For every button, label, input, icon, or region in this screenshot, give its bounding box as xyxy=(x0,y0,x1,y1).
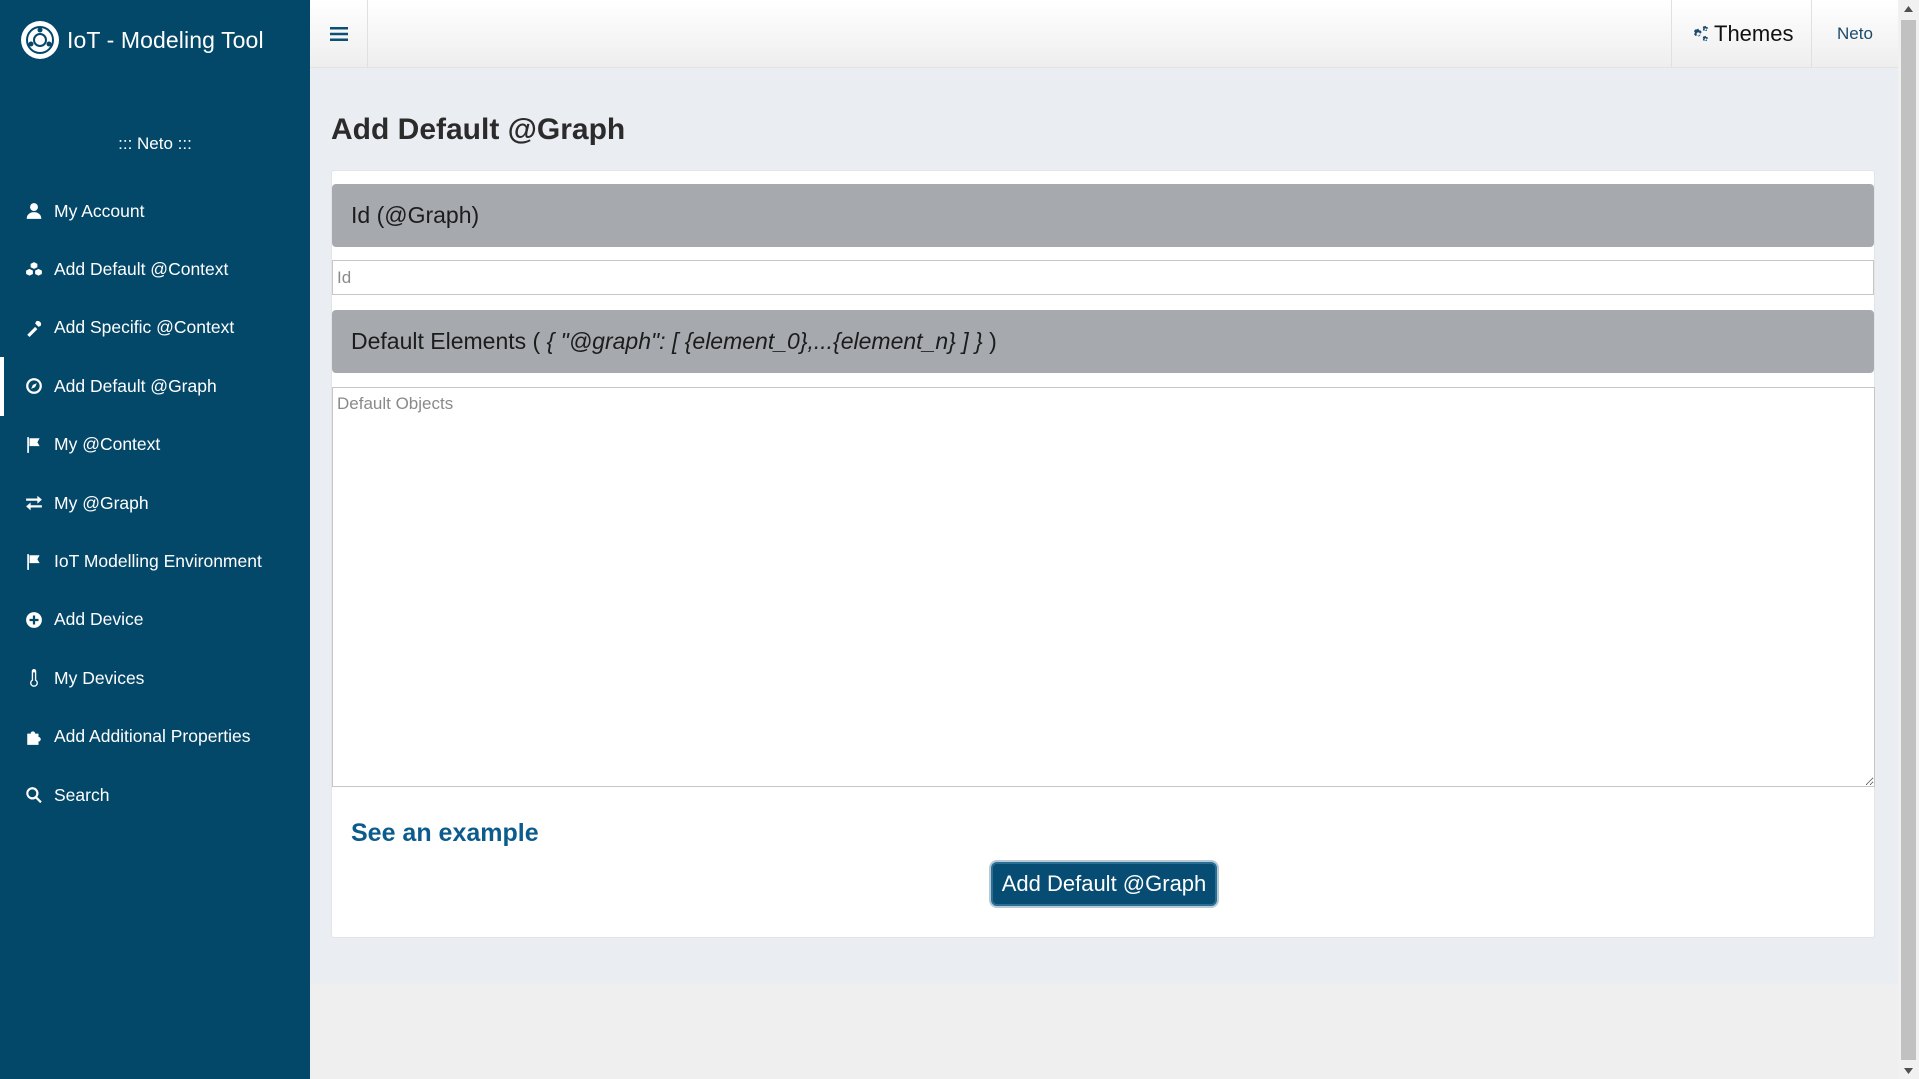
sidebar-item-add-specific-context[interactable]: Add Specific @Context xyxy=(0,299,310,357)
sidebar-item-add-default-context[interactable]: Add Default @Context xyxy=(0,240,310,298)
sidebar-item-label: Add Additional Properties xyxy=(54,726,251,747)
see-example-link[interactable]: See an example xyxy=(351,819,539,848)
sidebar-item-label: My @Graph xyxy=(54,492,149,513)
sidebar-item-label: Search xyxy=(54,784,110,805)
elements-header-suffix: ) xyxy=(982,328,997,354)
sidebar-item-my-context[interactable]: My @Context xyxy=(0,416,310,474)
themes-label: Themes xyxy=(1714,21,1794,46)
add-default-graph-button[interactable]: Add Default @Graph xyxy=(991,862,1217,906)
sidebar-item-my-devices[interactable]: My Devices xyxy=(0,649,310,707)
sidebar-item-label: Add Default @Graph xyxy=(54,375,217,396)
compass-icon xyxy=(22,374,46,398)
flag-icon xyxy=(22,433,46,457)
brand[interactable]: IoT - Modeling Tool xyxy=(0,0,310,80)
id-section-header: Id (@Graph) xyxy=(332,184,1874,247)
sidebar-item-add-device[interactable]: Add Device xyxy=(0,591,310,649)
tools-icon xyxy=(22,316,46,340)
cubes-icon xyxy=(22,258,46,282)
default-objects-textarea[interactable] xyxy=(332,387,1875,787)
scroll-up-button[interactable] xyxy=(1898,0,1919,17)
flag-icon xyxy=(22,550,46,574)
footer xyxy=(310,984,1898,1079)
sidebar-item-add-additional-properties[interactable]: Add Additional Properties xyxy=(0,708,310,766)
elements-header-prefix: Default Elements ( xyxy=(351,328,547,354)
page-scrollbar[interactable] xyxy=(1898,0,1919,1079)
sidebar-item-label: My @Context xyxy=(54,434,161,455)
main-content: Add Default @Graph Id (@Graph) Default E… xyxy=(310,68,1898,984)
sidebar-item-add-default-graph[interactable]: Add Default @Graph xyxy=(0,357,310,416)
user-menu[interactable]: Neto xyxy=(1817,0,1893,68)
sidebar-item-label: Add Specific @Context xyxy=(54,317,235,338)
sidebar-nav: My Account Add Default @Context Add Spec… xyxy=(0,182,310,824)
sidebar-item-label: My Account xyxy=(54,200,145,221)
sidebar-item-my-graph[interactable]: My @Graph xyxy=(0,474,310,532)
sidebar-user-label: ::: Neto ::: xyxy=(118,134,192,153)
hamburger-icon xyxy=(329,27,348,41)
sidebar-item-iot-modelling-environment[interactable]: IoT Modelling Environment xyxy=(0,532,310,590)
sidebar-item-my-account[interactable]: My Account xyxy=(0,182,310,240)
scroll-down-button[interactable] xyxy=(1898,1062,1919,1079)
puzzle-icon xyxy=(22,725,46,749)
sidebar-item-search[interactable]: Search xyxy=(0,766,310,824)
scroll-thumb[interactable] xyxy=(1901,20,1916,1060)
form-panel: Id (@Graph) Default Elements ( { "@graph… xyxy=(331,170,1875,938)
id-input[interactable] xyxy=(332,260,1874,295)
sidebar-item-label: Add Default @Context xyxy=(54,259,229,280)
search-icon xyxy=(22,783,46,807)
user-icon xyxy=(22,199,46,223)
logo-icon xyxy=(21,21,59,59)
menu-toggle-button[interactable] xyxy=(310,0,368,68)
thermometer-icon xyxy=(22,666,46,690)
sidebar-item-label: Add Device xyxy=(54,609,144,630)
chevron-up-icon xyxy=(1904,5,1913,12)
sidebar: IoT - Modeling Tool ::: Neto ::: My Acco… xyxy=(0,0,310,1079)
topbar: Themes Neto xyxy=(310,0,1898,68)
themes-button[interactable]: Themes xyxy=(1671,0,1813,68)
page-title: Add Default @Graph xyxy=(331,113,626,146)
elements-header-code: { "@graph": [ {element_0},...{element_n}… xyxy=(546,328,983,354)
user-name: Neto xyxy=(1837,24,1873,43)
sidebar-item-label: IoT Modelling Environment xyxy=(54,551,262,572)
sidebar-item-label: My Devices xyxy=(54,667,145,688)
gears-icon xyxy=(1694,25,1708,42)
exchange-icon xyxy=(22,491,46,515)
plus-circle-icon xyxy=(22,608,46,632)
elements-section-header: Default Elements ( { "@graph": [ {elemen… xyxy=(332,310,1874,373)
app-title: IoT - Modeling Tool xyxy=(67,26,264,53)
chevron-down-icon xyxy=(1904,1067,1913,1074)
